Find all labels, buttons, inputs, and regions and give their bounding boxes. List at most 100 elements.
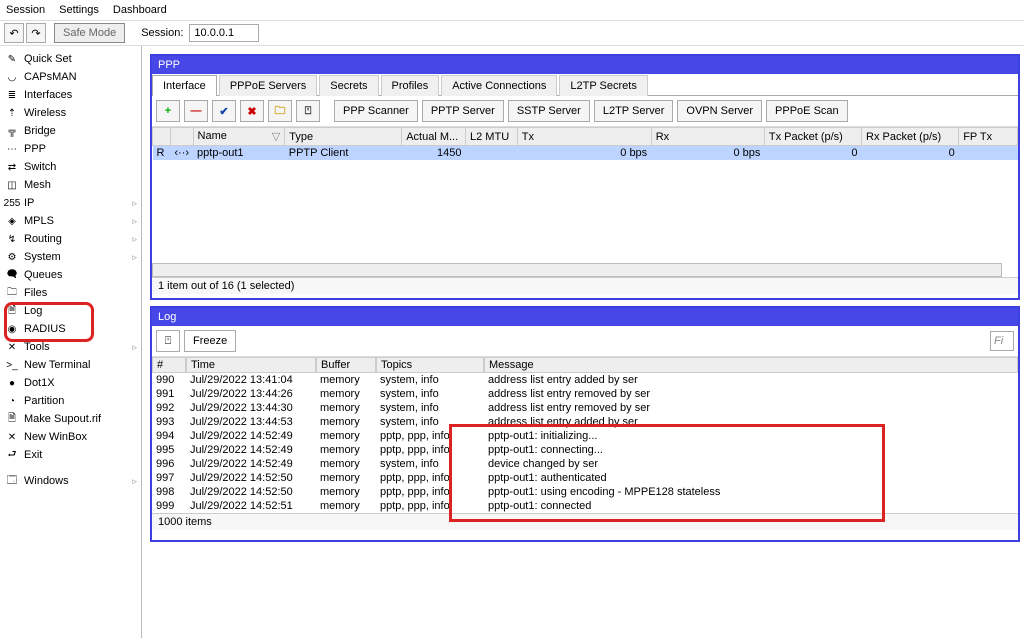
sidebar-item-log[interactable]: 🗎Log [0,302,141,320]
menu-dashboard[interactable]: Dashboard [113,4,167,16]
log-col-#[interactable]: # [152,357,186,373]
sidebar-item-quick-set[interactable]: ✎Quick Set [0,50,141,68]
ppp-col-FP Tx[interactable]: FP Tx [959,128,1018,146]
sidebar-item-new-winbox[interactable]: ✕New WinBox [0,428,141,446]
ppp-toolbar-icon-0[interactable]: + [156,100,180,122]
log-toolbar: ⍞ Freeze [152,326,1018,357]
sidebar-item-routing[interactable]: ↯Routing▹ [0,230,141,248]
ppp-col-flag[interactable] [170,128,193,146]
log-cell: system, info [376,373,484,387]
ppp-tab-pppoe-servers[interactable]: PPPoE Servers [219,75,317,96]
sidebar-item-system[interactable]: ⚙System▹ [0,248,141,266]
log-row[interactable]: 999Jul/29/2022 14:52:51memorypptp, ppp, … [152,499,1018,513]
log-find-input[interactable] [990,331,1014,351]
chevron-right-icon: ▹ [132,476,137,487]
log-row[interactable]: 994Jul/29/2022 14:52:49memorypptp, ppp, … [152,429,1018,443]
log-cell: Jul/29/2022 14:52:51 [186,499,316,513]
sidebar-item-make-supout.rif[interactable]: 🗎Make Supout.rif [0,410,141,428]
sidebar-item-files[interactable]: 🗀Files [0,284,141,302]
log-freeze-button[interactable]: Freeze [184,330,236,352]
sidebar-item-tools[interactable]: ✕Tools▹ [0,338,141,356]
sidebar-icon: ⚙ [4,250,20,264]
ppp-tab-active-connections[interactable]: Active Connections [441,75,557,96]
ppp-toolbar-icon-5[interactable]: ⍞ [296,100,320,122]
ppp-row[interactable]: R‹··›pptp-out1PPTP Client14500 bps0 bps0… [153,146,1018,161]
log-cell: pptp-out1: connected [484,499,1018,513]
log-cell: pptp, ppp, info [376,499,484,513]
ppp-col-Rx Packet (p/s)[interactable]: Rx Packet (p/s) [862,128,959,146]
sidebar-item-mpls[interactable]: ◈MPLS▹ [0,212,141,230]
session-input[interactable] [189,24,259,42]
log-col-buffer[interactable]: Buffer [316,357,376,373]
redo-button[interactable]: ↷ [26,23,46,43]
ppp-tab-profiles[interactable]: Profiles [381,75,440,96]
ppp-toolbar-icon-1[interactable]: — [184,100,208,122]
log-cell: address list entry added by ser [484,373,1018,387]
ppp-col-Tx Packet (p/s)[interactable]: Tx Packet (p/s) [764,128,861,146]
ppp-cell: 1450 [402,146,466,161]
sidebar-item-windows[interactable]: 🗔Windows▹ [0,472,141,490]
log-col-time[interactable]: Time [186,357,316,373]
log-row[interactable]: 992Jul/29/2022 13:44:30memorysystem, inf… [152,401,1018,415]
sidebar-item-mesh[interactable]: ◫Mesh [0,176,141,194]
log-cell: pptp-out1: authenticated [484,471,1018,485]
menu-settings[interactable]: Settings [59,4,99,16]
sidebar-item-wireless[interactable]: ⇡Wireless [0,104,141,122]
log-row[interactable]: 995Jul/29/2022 14:52:49memorypptp, ppp, … [152,443,1018,457]
log-row[interactable]: 997Jul/29/2022 14:52:50memorypptp, ppp, … [152,471,1018,485]
log-row[interactable]: 998Jul/29/2022 14:52:50memorypptp, ppp, … [152,485,1018,499]
ppp-col-Tx[interactable]: Tx [517,128,651,146]
ppp-hscrollbar[interactable] [152,263,1002,277]
log-filter-icon[interactable]: ⍞ [156,330,180,352]
sidebar-item-new-terminal[interactable]: >_New Terminal [0,356,141,374]
ppp-tab-l2tp-secrets[interactable]: L2TP Secrets [559,75,647,96]
sidebar-item-ip[interactable]: 255IP▹ [0,194,141,212]
ppp-toolbar-icon-3[interactable]: ✖ [240,100,264,122]
sidebar-icon: ◉ [4,322,20,336]
sidebar-item-label: New WinBox [24,431,87,443]
ppp-button-pptp-server[interactable]: PPTP Server [422,100,504,122]
ppp-col-Name[interactable]: Name ▽ [193,128,285,146]
log-cell: pptp, ppp, info [376,429,484,443]
sidebar-item-label: Switch [24,161,56,173]
ppp-toolbar-icon-2[interactable]: ✔ [212,100,236,122]
log-col-topics[interactable]: Topics [376,357,484,373]
ppp-col-L2 MTU[interactable]: L2 MTU [466,128,518,146]
ppp-tab-interface[interactable]: Interface [152,75,217,96]
log-row[interactable]: 990Jul/29/2022 13:41:04memorysystem, inf… [152,373,1018,387]
log-col-message[interactable]: Message [484,357,1018,373]
safe-mode-button[interactable]: Safe Mode [54,23,125,43]
log-row[interactable]: 993Jul/29/2022 13:44:53memorysystem, inf… [152,415,1018,429]
sidebar-item-queues[interactable]: 🗬Queues [0,266,141,284]
sidebar-item-partition[interactable]: ◔Partition [0,392,141,410]
menu-session[interactable]: Session [6,4,45,16]
ppp-col-Rx[interactable]: Rx [651,128,764,146]
sidebar-item-label: Make Supout.rif [24,413,101,425]
undo-button[interactable]: ↶ [4,23,24,43]
sidebar-item-bridge[interactable]: ╦Bridge [0,122,141,140]
log-cell: Jul/29/2022 14:52:49 [186,429,316,443]
ppp-col-Type[interactable]: Type [285,128,402,146]
ppp-button-l2tp-server[interactable]: L2TP Server [594,100,674,122]
log-cell: 999 [152,499,186,513]
ppp-button-ppp-scanner[interactable]: PPP Scanner [334,100,418,122]
log-cell: Jul/29/2022 13:44:30 [186,401,316,415]
log-row[interactable]: 996Jul/29/2022 14:52:49memorysystem, inf… [152,457,1018,471]
top-toolbar: ↶ ↷ Safe Mode Session: [0,20,1024,46]
ppp-button-ovpn-server[interactable]: OVPN Server [677,100,762,122]
sidebar-item-dot1x[interactable]: ●Dot1X [0,374,141,392]
ppp-cell: 0 bps [651,146,764,161]
log-row[interactable]: 991Jul/29/2022 13:44:26memorysystem, inf… [152,387,1018,401]
sidebar-item-exit[interactable]: ⮐Exit [0,446,141,464]
sidebar-item-switch[interactable]: ⇄Switch [0,158,141,176]
ppp-tab-secrets[interactable]: Secrets [319,75,378,96]
sidebar-item-capsman[interactable]: ◡CAPsMAN [0,68,141,86]
ppp-toolbar-icon-4[interactable]: 🗀 [268,100,292,122]
sidebar-item-interfaces[interactable]: ≣Interfaces [0,86,141,104]
ppp-button-sstp-server[interactable]: SSTP Server [508,100,590,122]
sidebar-item-ppp[interactable]: ⋯PPP [0,140,141,158]
ppp-button-pppoe-scan[interactable]: PPPoE Scan [766,100,848,122]
ppp-col-Actual M...[interactable]: Actual M... [402,128,466,146]
sidebar-item-radius[interactable]: ◉RADIUS [0,320,141,338]
ppp-col-flag[interactable] [153,128,171,146]
